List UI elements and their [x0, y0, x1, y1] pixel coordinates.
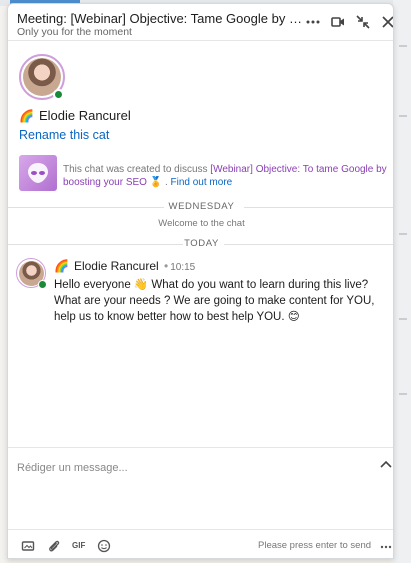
smile-icon: 😊	[287, 311, 300, 323]
send-hint: Please press enter to send	[258, 540, 372, 551]
composer-toolbar: GIF Please press enter to send	[8, 529, 393, 558]
message-header: 🌈 Elodie Rancurel • 10:15	[54, 259, 196, 273]
chat-origin-notice: This chat was created to discuss [Webina…	[63, 164, 387, 188]
medal-icon: 🏅	[149, 177, 163, 188]
chat-window: Meeting: [Webinar] Objective: Tame Googl…	[7, 3, 394, 559]
collapse-icon[interactable]	[354, 13, 372, 31]
participant-name[interactable]: 🌈 Elodie Rancurel	[19, 108, 131, 123]
message-input[interactable]: Rédiger un message...	[17, 462, 128, 474]
rename-chat-link[interactable]: Rename this cat	[19, 128, 109, 142]
ellipsis-icon[interactable]	[304, 13, 322, 31]
video-camera-icon[interactable]	[329, 13, 347, 31]
image-icon[interactable]	[21, 539, 35, 553]
message-author-name[interactable]: Elodie Rancurel	[74, 259, 159, 273]
background-right-strip	[393, 0, 411, 563]
online-status-indicator	[53, 89, 64, 100]
find-out-more-link[interactable]: Find out more	[171, 177, 233, 188]
message-composer[interactable]: Rédiger un message...	[8, 447, 393, 529]
gif-button[interactable]: GIF	[72, 539, 88, 553]
ellipsis-icon[interactable]	[380, 540, 392, 552]
event-thumbnail[interactable]	[19, 155, 57, 191]
message-text: Hello everyone 👋 What do you want to lea…	[54, 279, 375, 323]
day-separator-today: TODAY	[8, 238, 393, 250]
chat-title[interactable]: Meeting: [Webinar] Objective: Tame Googl…	[17, 11, 302, 26]
rainbow-icon: 🌈	[19, 109, 34, 123]
emoji-icon[interactable]	[97, 539, 111, 553]
close-icon[interactable]	[379, 13, 393, 31]
alien-icon	[28, 163, 48, 183]
chat-header[interactable]: Meeting: [Webinar] Objective: Tame Googl…	[8, 4, 393, 41]
chat-subtitle: Only you for the moment	[17, 26, 132, 38]
welcome-message: Welcome to the chat	[158, 218, 245, 229]
rainbow-icon: 🌈	[54, 259, 69, 273]
chevron-up-icon[interactable]	[379, 458, 393, 472]
waving-hand-icon: 👋	[133, 279, 149, 291]
day-separator-wednesday: WEDNESDAY	[8, 201, 393, 213]
paperclip-icon[interactable]	[47, 539, 61, 553]
message-timestamp: 10:15	[170, 262, 196, 273]
online-status-indicator	[38, 280, 47, 289]
